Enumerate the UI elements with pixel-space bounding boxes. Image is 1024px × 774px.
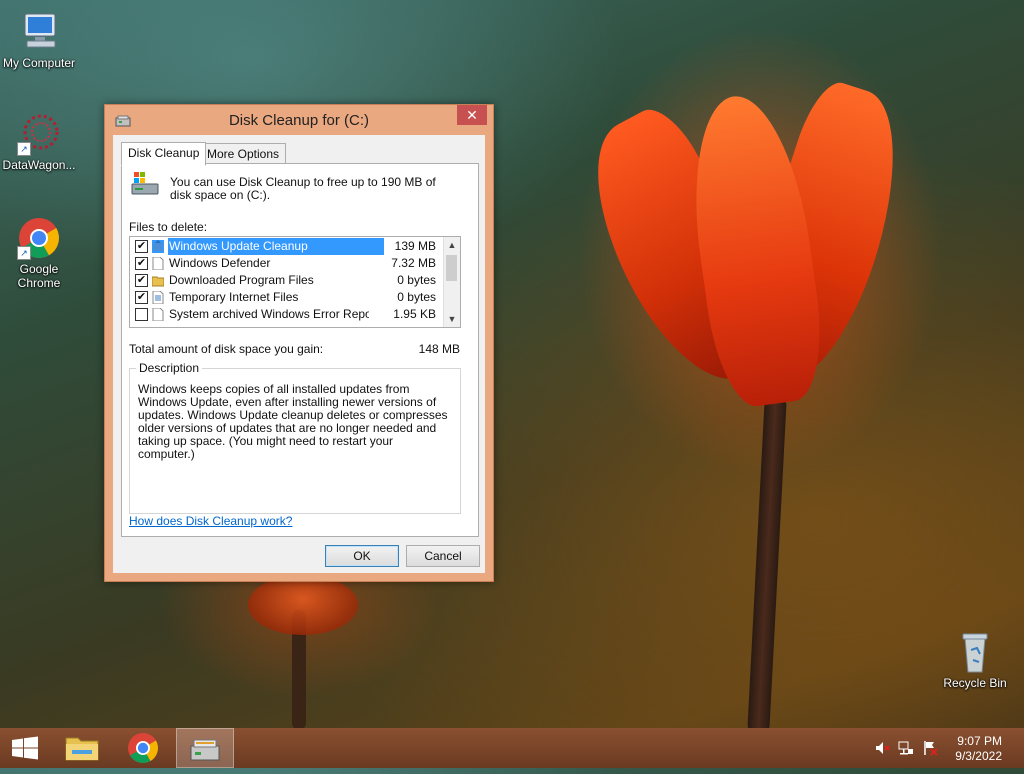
check-icon: ✔ (136, 240, 147, 252)
window-title: Disk Cleanup for (C:) (228, 112, 370, 129)
network-icon[interactable] (898, 740, 914, 756)
taskbar-clock[interactable]: 9:07 PM 9/3/2022 (955, 734, 1002, 764)
file-name: System archived Windows Error Repor... (169, 307, 369, 321)
cancel-button[interactable]: Cancel (406, 545, 480, 567)
files-scrollbar[interactable]: ▲ ▼ (443, 237, 460, 327)
action-center-flag-icon[interactable] (922, 740, 938, 756)
check-icon: ✔ (136, 274, 147, 286)
internet-files-icon (152, 290, 164, 305)
file-checkbox[interactable]: ✔ (135, 240, 148, 253)
clock-date: 9/3/2022 (955, 749, 1002, 763)
file-checkbox[interactable]: ✔ (135, 257, 148, 270)
tab-panel-disk-cleanup: You can use Disk Cleanup to free up to 1… (121, 163, 479, 537)
scrollbar-thumb[interactable] (446, 255, 457, 281)
disk-cleanup-icon (190, 739, 220, 761)
wallpaper-flower-stem (747, 394, 787, 736)
intro-text: You can use Disk Cleanup to free up to 1… (170, 175, 436, 202)
description-legend: Description (136, 361, 203, 375)
folder-icon (151, 274, 165, 287)
tab-label: Disk Cleanup (128, 146, 200, 160)
shortcut-arrow-icon: ↗ (17, 142, 31, 156)
update-icon (152, 240, 164, 253)
list-item[interactable]: ✔ Downloaded Program Files 0 bytes (130, 272, 442, 289)
file-size: 1.95 KB (393, 307, 436, 321)
file-name: Downloaded Program Files (169, 273, 314, 287)
tab-label: More Options (207, 147, 280, 161)
file-name: Temporary Internet Files (169, 290, 299, 304)
scroll-up-icon[interactable]: ▲ (444, 237, 460, 253)
desktop-icon-label: Google Chrome (17, 262, 61, 290)
disk-cleanup-window: Disk Cleanup for (C:) ✕ Disk Cleanup Mor… (104, 104, 494, 582)
file-size: 7.32 MB (391, 256, 436, 270)
file-size: 139 MB (394, 239, 436, 253)
chrome-icon (128, 733, 159, 764)
taskbar-file-explorer[interactable] (56, 728, 112, 768)
wallpaper-flower-small (248, 575, 358, 635)
taskbar-chrome[interactable] (115, 728, 171, 768)
shortcut-arrow-icon: ↗ (17, 246, 31, 260)
check-icon: ✔ (136, 291, 147, 303)
files-to-delete-label: Files to delete: (129, 220, 208, 234)
file-size: 0 bytes (397, 290, 436, 304)
start-button[interactable] (0, 728, 56, 768)
desktop-icon-label: Recycle Bin (943, 676, 1007, 690)
clock-time: 9:07 PM (957, 734, 1002, 748)
computer-icon (17, 10, 61, 54)
total-gain-label: Total amount of disk space you gain: (129, 342, 324, 356)
list-item[interactable]: ✔ Windows Defender 7.32 MB (130, 255, 442, 272)
desktop-icon-my-computer[interactable]: My Computer (0, 10, 78, 70)
close-button[interactable]: ✕ (457, 105, 487, 125)
tab-disk-cleanup[interactable]: Disk Cleanup (121, 142, 207, 166)
page-icon (152, 256, 164, 271)
taskbar: 9:07 PM 9/3/2022 (0, 728, 1024, 768)
file-name: Windows Update Cleanup (168, 238, 384, 255)
windows-logo-icon (12, 736, 38, 760)
drive-cleanup-icon (130, 170, 162, 198)
taskbar-disk-cleanup[interactable] (176, 728, 234, 768)
help-link[interactable]: How does Disk Cleanup work? (129, 514, 292, 528)
window-client-area: Disk Cleanup More Options You can use Di… (113, 135, 485, 573)
desktop-icon-google-chrome[interactable]: ↗ Google Chrome (0, 216, 78, 290)
close-icon: ✕ (466, 107, 478, 123)
title-bar[interactable]: Disk Cleanup for (C:) ✕ (105, 105, 493, 135)
file-checkbox[interactable]: ✔ (135, 291, 148, 304)
list-item[interactable]: ✔ Temporary Internet Files 0 bytes (130, 289, 442, 306)
file-name: Windows Defender (169, 256, 271, 270)
volume-muted-icon[interactable] (874, 740, 890, 756)
tab-more-options[interactable]: More Options (200, 143, 287, 165)
file-size: 0 bytes (397, 273, 436, 287)
desktop-icon-label: My Computer (2, 56, 76, 70)
recycle-bin-icon (953, 630, 997, 674)
desktop-icon-recycle-bin[interactable]: Recycle Bin (936, 630, 1014, 690)
description-group: Description Windows keeps copies of all … (129, 361, 461, 514)
ok-button[interactable]: OK (325, 545, 399, 567)
scroll-down-icon[interactable]: ▼ (444, 311, 460, 327)
desktop-icon-label: DataWagon... (2, 158, 76, 172)
datawagon-icon: ↗ (17, 112, 61, 156)
file-checkbox[interactable] (135, 308, 148, 321)
file-checkbox[interactable]: ✔ (135, 274, 148, 287)
check-icon: ✔ (136, 257, 147, 269)
chrome-icon: ↗ (17, 216, 61, 260)
desktop-icon-datawagon[interactable]: ↗ DataWagon... (0, 112, 78, 172)
list-item[interactable]: System archived Windows Error Repor... 1… (130, 306, 442, 323)
page-icon (152, 307, 164, 322)
files-list[interactable]: ✔ Windows Update Cleanup 139 MB ✔ Window… (129, 236, 461, 328)
total-gain-value: 148 MB (418, 342, 460, 356)
folder-icon (65, 737, 99, 761)
description-text: Windows keeps copies of all installed up… (138, 382, 448, 461)
list-item[interactable]: ✔ Windows Update Cleanup 139 MB (130, 238, 442, 255)
